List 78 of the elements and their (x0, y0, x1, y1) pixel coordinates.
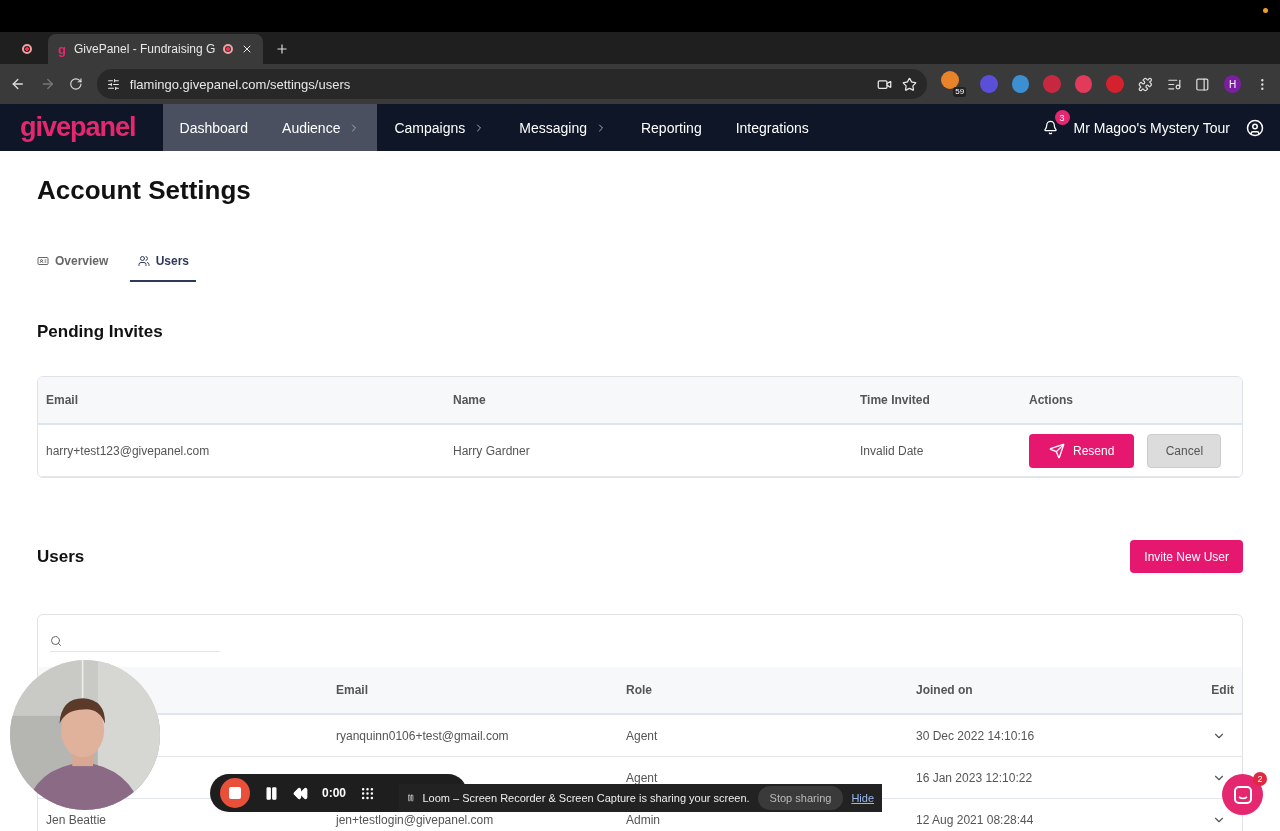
profile-avatar[interactable]: H (1223, 75, 1242, 93)
column-header: Email (336, 683, 369, 697)
rewind-icon[interactable] (293, 785, 308, 801)
recording-icon (223, 44, 234, 54)
column-header: Joined on (916, 683, 974, 697)
favicon-icon: g (58, 41, 66, 57)
table-cell-text: Agent (626, 728, 659, 743)
table-cell-text: 12 Aug 2021 08:28:44 (916, 812, 1035, 827)
address-bar[interactable]: flamingo.givepanel.com/settings/users (96, 69, 927, 99)
table-cell-text: jen+testlogin@givepanel.com (336, 812, 495, 827)
chat-icon (1233, 785, 1252, 804)
url-text: flamingo.givepanel.com/settings/users (129, 76, 352, 92)
pause-icon[interactable] (264, 785, 279, 801)
nav-label: Campaigns (394, 119, 466, 136)
resend-button[interactable]: Resend (1029, 433, 1135, 468)
column-header: Edit (1211, 683, 1234, 697)
site-settings-icon[interactable] (106, 77, 120, 91)
extension-icon[interactable] (1011, 75, 1030, 93)
nav-label: Audience (282, 119, 341, 136)
column-header: Name (453, 393, 487, 407)
table-cell-text: Harry Gardner (453, 443, 531, 458)
section-title: Users (37, 546, 85, 567)
page-title: Account Settings (37, 175, 252, 206)
table-cell-text: Invalid Date (860, 443, 925, 458)
nav-label: Messaging (519, 119, 587, 136)
nav-item[interactable]: Campaigns (377, 104, 503, 151)
pause-icon (407, 793, 415, 803)
tab-title: GivePanel - Fundraising G (73, 42, 216, 56)
bookmark-star-icon[interactable] (901, 76, 917, 92)
nav-label: Integrations (735, 119, 809, 136)
new-tab-icon[interactable] (275, 42, 290, 56)
user-icon[interactable] (1246, 118, 1264, 137)
nav-label: Dashboard (179, 119, 249, 136)
timer: 0:00 (322, 786, 347, 800)
users-icon (137, 255, 150, 267)
grip-icon[interactable] (360, 785, 376, 801)
bell-icon[interactable] (1042, 120, 1058, 135)
send-icon (1049, 442, 1065, 459)
table-cell-text: Jen Beattie (46, 812, 108, 827)
nav-label: Reporting (640, 119, 702, 136)
table-cell-text: harry+test123@givepanel.com (46, 443, 211, 458)
nav-item[interactable]: Integrations (718, 104, 826, 151)
stop-button[interactable] (220, 778, 250, 808)
back-icon[interactable] (10, 76, 26, 92)
nav-item[interactable]: Dashboard (162, 104, 266, 151)
tab[interactable]: Users (130, 254, 197, 282)
table-cell-text: ryanquinn0106+test@gmail.com (336, 728, 510, 743)
nav-item[interactable]: Audience (265, 104, 378, 151)
cancel-button[interactable]: Cancel (1147, 433, 1222, 468)
browser-tab[interactable]: g GivePanel - Fundraising G (48, 34, 264, 64)
sharing-message: Loom – Screen Recorder & Screen Capture is sharing your screen. (422, 792, 750, 804)
table-cell-text: 16 Jan 2023 12:10:22 (916, 770, 1034, 785)
status-dot-icon (1263, 7, 1268, 13)
chat-badge: 2 (1253, 772, 1267, 786)
column-header: Email (46, 393, 79, 407)
side-panel-icon[interactable] (1195, 76, 1210, 92)
column-header: Time Invited (860, 393, 931, 407)
column-header: Role (626, 683, 653, 697)
hide-link[interactable]: Hide (851, 792, 874, 804)
recording-icon (22, 44, 32, 54)
column-header: Actions (1029, 393, 1074, 407)
table-cell-text: Admin (626, 812, 661, 827)
search-icon (50, 634, 62, 647)
nav-item[interactable]: Reporting (623, 104, 719, 151)
notification-badge: 3 (1054, 110, 1070, 125)
tab[interactable]: Overview (37, 254, 109, 282)
section-title: Pending Invites (37, 322, 164, 342)
extensions-icon[interactable] (1137, 76, 1153, 92)
logo[interactable]: givepanel (0, 104, 163, 151)
invite-button[interactable]: Invite New User (1130, 540, 1243, 573)
stop-sharing-button[interactable]: Stop sharing (757, 786, 844, 810)
table-cell-text: Agent (626, 770, 659, 785)
account-name[interactable]: Mr Magoo's Mystery Tour (1073, 119, 1230, 136)
extension-icon[interactable] (1074, 75, 1093, 93)
table-cell-text: 30 Dec 2022 14:10:16 (916, 728, 1036, 743)
id-card-icon (37, 255, 49, 267)
nav-item[interactable]: Messaging (502, 104, 624, 151)
reload-icon[interactable] (69, 77, 83, 91)
